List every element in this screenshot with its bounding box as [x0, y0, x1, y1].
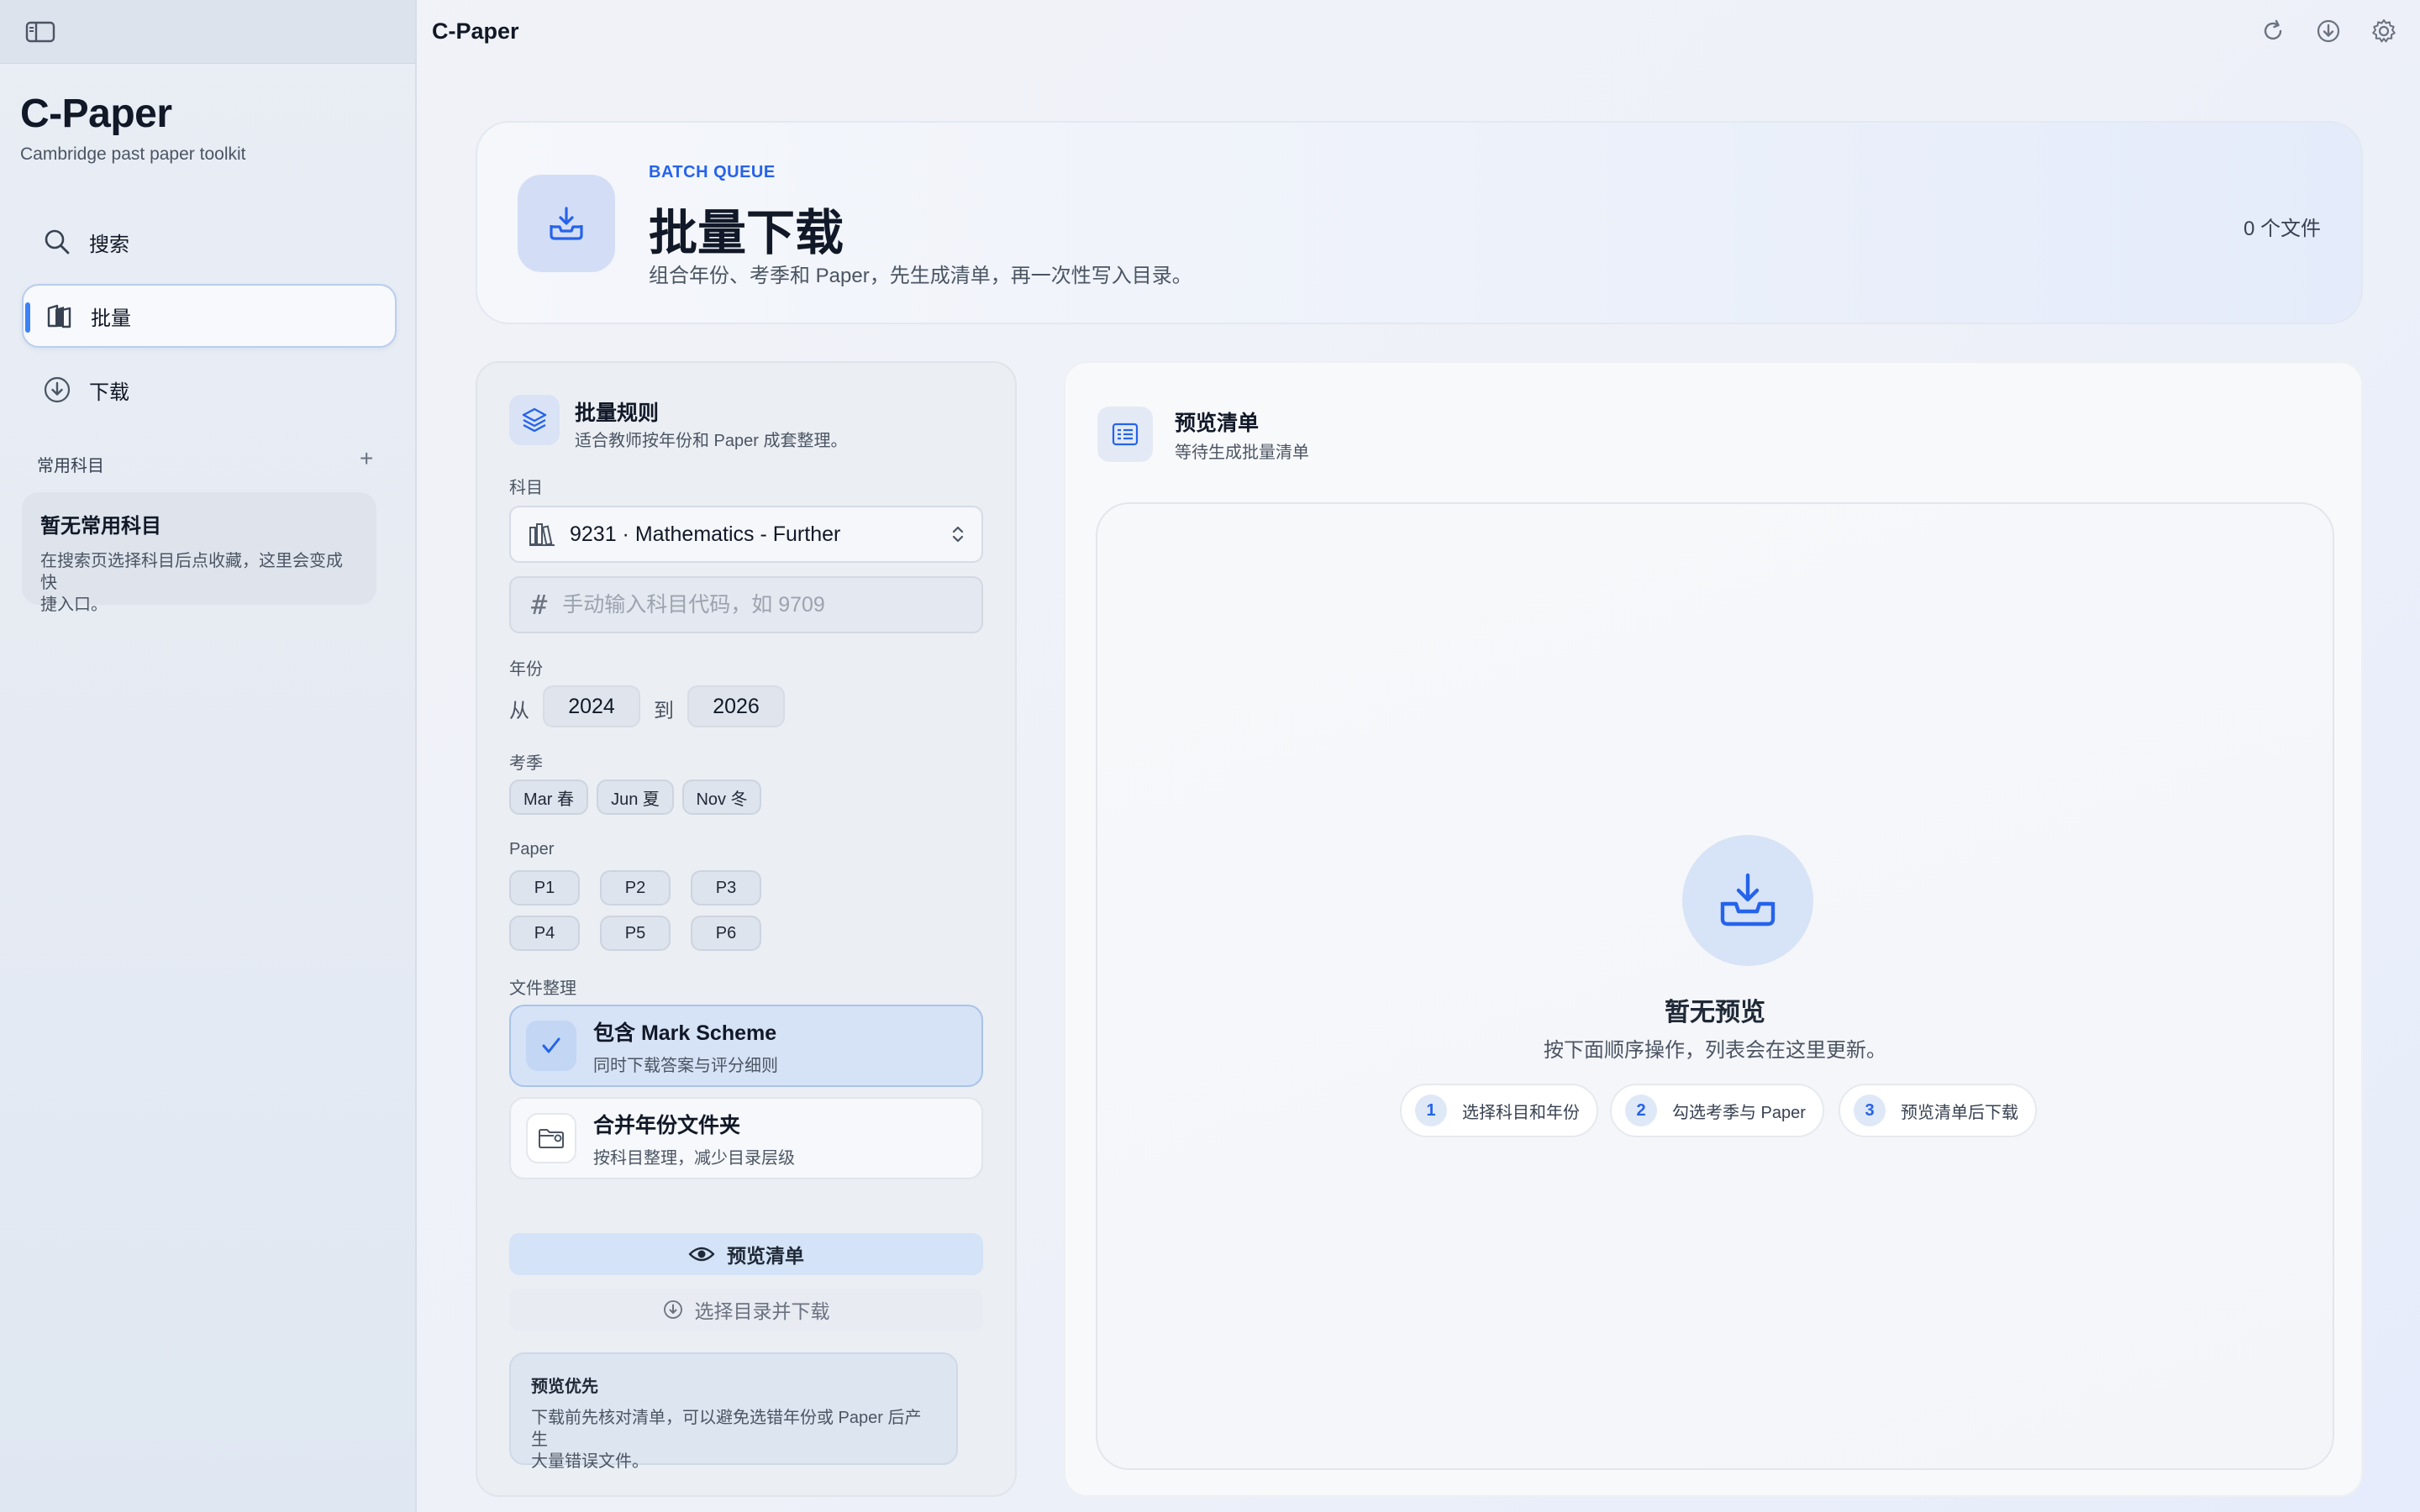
- batch-rules-panel: 批量规则 适合教师按年份和 Paper 成套整理。 科目 9231 · Math…: [476, 361, 1017, 1497]
- gear-icon[interactable]: [2370, 17, 2398, 45]
- step-label: 预览清单后下载: [1901, 1103, 2018, 1122]
- season-chip-jun[interactable]: Jun 夏: [597, 780, 674, 815]
- paper-chip-p3[interactable]: P3: [691, 870, 761, 906]
- paper-chip-p6[interactable]: P6: [691, 916, 761, 951]
- favorites-heading: 常用科目: [37, 457, 104, 475]
- hero-subtitle: 组合年份、考季和 Paper，先生成清单，再一次性写入目录。: [649, 265, 1192, 287]
- sidebar-item-label: 搜索: [89, 233, 129, 256]
- mark-scheme-desc: 同时下载答案与评分细则: [593, 1056, 778, 1075]
- eye-icon: [688, 1245, 727, 1263]
- preview-list-button[interactable]: 预览清单: [509, 1233, 983, 1275]
- layers-icon: [509, 395, 560, 445]
- inbox-download-icon: [518, 175, 615, 272]
- preview-list-button-label: 预览清单: [727, 1245, 804, 1267]
- rules-title: 批量规则: [575, 402, 660, 425]
- merge-year-desc: 按科目整理，减少目录层级: [593, 1148, 795, 1168]
- batch-icon: [44, 301, 74, 331]
- add-favorite-button[interactable]: +: [360, 447, 373, 470]
- hash-icon: #: [531, 589, 548, 621]
- mark-scheme-title: 包含 Mark Scheme: [593, 1021, 777, 1045]
- tip-desc-line2: 大量错误文件。: [531, 1452, 649, 1471]
- favorites-empty-card: 暂无常用科目 在搜索页选择科目后点收藏，这里会变成快 捷入口。: [22, 492, 376, 614]
- step-number: 3: [1854, 1095, 1886, 1126]
- merge-year-toggle[interactable]: 合并年份文件夹 按科目整理，减少目录层级: [509, 1097, 983, 1179]
- subject-code-field[interactable]: #: [509, 576, 983, 633]
- preview-title: 预览清单: [1175, 412, 1260, 435]
- season-chip-nov[interactable]: Nov 冬: [682, 780, 761, 815]
- chevron-updown-icon: [950, 522, 966, 546]
- books-icon: [528, 521, 556, 548]
- list-icon: [1097, 407, 1153, 462]
- merge-year-title: 合并年份文件夹: [593, 1113, 741, 1137]
- sidebar-item-label: 批量: [91, 307, 131, 330]
- season-label: 考季: [509, 754, 543, 773]
- season-chip-mar[interactable]: Mar 春: [509, 780, 588, 815]
- step-pill-1: 1 选择科目和年份: [1400, 1084, 1598, 1137]
- tip-title: 预览优先: [531, 1378, 598, 1396]
- choose-folder-download-button[interactable]: 选择目录并下载: [509, 1289, 983, 1331]
- step-label: 勾选考季与 Paper: [1672, 1103, 1806, 1122]
- app-name: C-Paper: [20, 92, 172, 136]
- hero-kicker: BATCH QUEUE: [649, 163, 776, 181]
- sidebar-item-label: 下载: [89, 381, 129, 404]
- search-icon: [42, 227, 72, 257]
- inbox-download-icon: [1682, 835, 1813, 966]
- sidebar: C-Paper Cambridge past paper toolkit 搜索 …: [0, 0, 417, 1512]
- download-icon: [42, 375, 72, 405]
- subject-select-value: 9231 · Mathematics - Further: [570, 522, 841, 546]
- batch-hero-card: BATCH QUEUE 批量下载 组合年份、考季和 Paper，先生成清单，再一…: [476, 121, 2363, 324]
- empty-state-subtitle: 按下面顺序操作，列表会在这里更新。: [1544, 1039, 1886, 1062]
- rules-subtitle: 适合教师按年份和 Paper 成套整理。: [575, 432, 848, 450]
- step-pill-2: 2 勾选考季与 Paper: [1610, 1084, 1824, 1137]
- preview-list-area: 暂无预览 按下面顺序操作，列表会在这里更新。 1 选择科目和年份 2 勾选考季与…: [1096, 502, 2334, 1470]
- year-label: 年份: [509, 660, 543, 679]
- download-circle-icon[interactable]: [2314, 17, 2343, 45]
- download-circle-icon: [663, 1299, 695, 1320]
- page-title: 批量下载: [649, 206, 844, 260]
- subject-code-input[interactable]: [562, 592, 933, 617]
- tip-desc-line1: 下载前先核对清单，可以避免选错年份或 Paper 后产生: [531, 1409, 922, 1449]
- step-label: 选择科目和年份: [1462, 1103, 1580, 1122]
- preview-list-panel: 预览清单 等待生成批量清单 暂无预览 按下面顺序操作，列表会在这里更新。 1 选…: [1064, 361, 2363, 1497]
- year-from-label: 从: [509, 700, 529, 722]
- mark-scheme-toggle[interactable]: 包含 Mark Scheme 同时下载答案与评分细则: [509, 1005, 983, 1087]
- preview-subtitle: 等待生成批量清单: [1175, 444, 1309, 462]
- step-pill-3: 3 预览清单后下载: [1839, 1084, 2037, 1137]
- sidebar-item-batch[interactable]: 批量: [22, 284, 397, 348]
- sidebar-item-search[interactable]: 搜索: [22, 210, 397, 274]
- preview-first-tip: 预览优先 下载前先核对清单，可以避免选错年份或 Paper 后产生 大量错误文件…: [509, 1352, 958, 1471]
- favorites-empty-desc-line1: 在搜索页选择科目后点收藏，这里会变成快: [40, 552, 343, 592]
- year-to-field[interactable]: 2026: [687, 685, 785, 727]
- subject-select[interactable]: 9231 · Mathematics - Further: [509, 506, 983, 563]
- paper-chip-p4[interactable]: P4: [509, 916, 580, 951]
- step-number: 1: [1415, 1095, 1447, 1126]
- paper-label: Paper: [509, 840, 555, 858]
- paper-chip-p2[interactable]: P2: [600, 870, 671, 906]
- file-count-label: 0 个文件: [2243, 218, 2321, 240]
- favorites-empty-desc-line2: 捷入口。: [40, 596, 108, 614]
- window-title: C-Paper: [432, 18, 519, 44]
- choose-folder-download-label: 选择目录并下载: [694, 1300, 830, 1322]
- favorites-empty-title: 暂无常用科目: [40, 515, 161, 538]
- step-number: 2: [1625, 1095, 1657, 1126]
- empty-state-title: 暂无预览: [1665, 999, 1765, 1026]
- app-subtitle: Cambridge past paper toolkit: [20, 144, 246, 164]
- refresh-icon[interactable]: [2259, 17, 2287, 45]
- sidebar-header-bar: [0, 0, 415, 64]
- checkmark-icon: [526, 1021, 576, 1071]
- year-to-label: 到: [654, 700, 674, 722]
- subject-label: 科目: [509, 479, 543, 497]
- folder-badge-icon: [526, 1113, 576, 1163]
- organize-label: 文件整理: [509, 979, 576, 998]
- sidebar-item-download[interactable]: 下载: [22, 358, 397, 422]
- sidebar-toggle-icon[interactable]: [25, 20, 55, 44]
- paper-chip-p5[interactable]: P5: [600, 916, 671, 951]
- year-from-field[interactable]: 2024: [543, 685, 640, 727]
- paper-chip-p1[interactable]: P1: [509, 870, 580, 906]
